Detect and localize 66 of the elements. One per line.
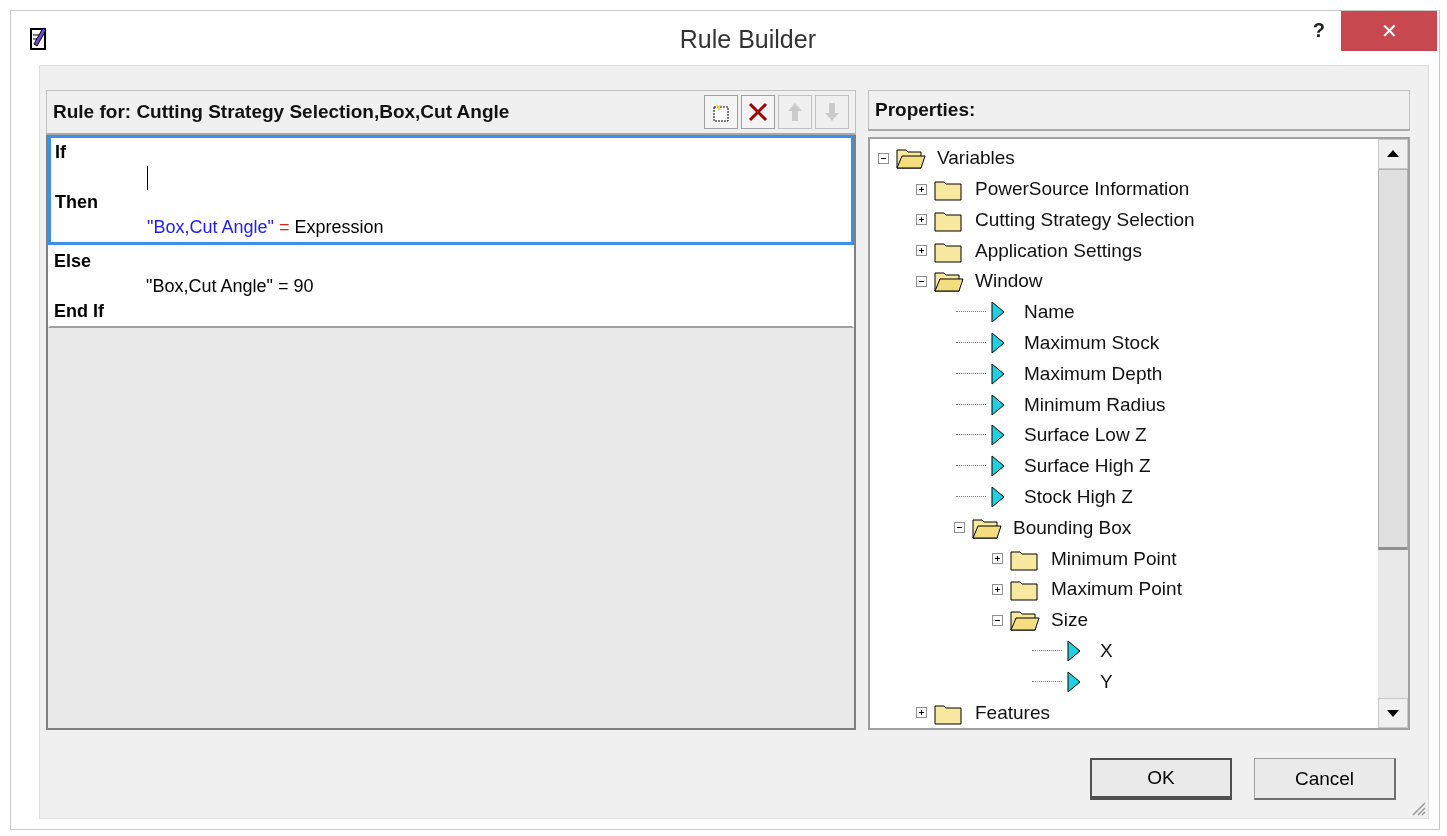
tree-item[interactable]: X (1100, 640, 1113, 662)
triangle-icon (990, 455, 1006, 478)
triangle-icon (990, 362, 1006, 385)
rule-block[interactable]: If Then "Box,Cut Angle" = Expression (48, 135, 854, 245)
open-folder-icon (933, 269, 965, 294)
tree-item[interactable]: Maximum Depth (1024, 362, 1163, 385)
tree-item[interactable]: Size (1051, 609, 1088, 632)
scrollbar-thumb[interactable] (1378, 168, 1408, 550)
expand-box-icon[interactable] (916, 214, 927, 226)
tree-item[interactable]: Minimum Radius (1024, 393, 1166, 416)
tree-item[interactable]: Application Settings (975, 239, 1142, 262)
collapse-box-icon[interactable] (954, 522, 965, 534)
new-item-button[interactable] (704, 95, 738, 129)
tree-item[interactable]: Stock High Z (1024, 486, 1133, 508)
tree-item[interactable]: Variables (937, 147, 1015, 170)
tree-item[interactable]: Maximum Stock (1024, 332, 1160, 355)
keyword: Else (54, 251, 92, 272)
expand-box-icon[interactable] (916, 707, 927, 719)
triangle-icon (1066, 670, 1082, 693)
rule-block[interactable]: Else "Box,Cut Angle" = 90 End If (48, 245, 854, 328)
tree-item[interactable]: Maximum Point (1051, 578, 1182, 601)
tree-item[interactable]: Window (975, 270, 1043, 293)
tree-item[interactable]: Y (1100, 670, 1113, 693)
rule-header: Rule for: Cutting Strategy Selection,Box,Cut Angle (53, 101, 510, 123)
properties-header: Properties: (875, 98, 976, 121)
tree-item[interactable]: Cutting Strategy Selection (975, 208, 1195, 231)
triangle-icon (990, 301, 1006, 324)
tree-item[interactable]: Surface High Z (1024, 455, 1151, 478)
dialog-button[interactable]: OK (1090, 758, 1232, 800)
tree-item[interactable]: Minimum Point (1051, 547, 1177, 570)
window-title: Rule Builder (678, 24, 817, 54)
delete-button[interactable] (741, 95, 775, 129)
expand-box-icon[interactable] (992, 553, 1003, 565)
delete-icon (747, 101, 769, 123)
collapse-box-icon[interactable] (878, 152, 889, 164)
triangle-icon (1066, 640, 1082, 662)
collapse-box-icon[interactable] (916, 275, 927, 287)
notepad-pencil-icon (29, 25, 49, 51)
new-item-icon (710, 101, 732, 123)
assignment-statement: "Box,Cut Angle" = 90 (146, 276, 314, 297)
keyword: Then (55, 192, 98, 213)
tree-item[interactable]: PowerSource Information (975, 178, 1190, 201)
expand-box-icon[interactable] (916, 245, 927, 257)
triangle-icon (990, 393, 1006, 416)
tree-item[interactable]: Name (1024, 301, 1075, 324)
tree-item[interactable]: Bounding Box (1013, 516, 1132, 539)
collapse-box-icon[interactable] (992, 614, 1003, 626)
keyword: End If (54, 301, 104, 322)
help-button[interactable]: ? (1306, 19, 1331, 42)
triangle-icon (990, 332, 1006, 355)
dialog-button[interactable]: Cancel (1254, 758, 1396, 800)
keyword: If (55, 142, 66, 163)
triangle-icon (990, 424, 1006, 447)
triangle-icon (990, 486, 1006, 508)
open-folder-icon (1009, 608, 1041, 633)
rule-editor[interactable]: If Then "Box,Cut Angle" = Expression Else "Box,Cut Angle" = 90 End If (46, 135, 856, 730)
tree-item[interactable]: Features (975, 701, 1050, 724)
tree-item[interactable]: Surface Low Z (1024, 424, 1147, 447)
resize-grip-icon[interactable] (1410, 800, 1426, 816)
close-button[interactable]: ✕ (1341, 11, 1437, 51)
scrollbar[interactable] (1378, 138, 1408, 728)
text-cursor (147, 165, 148, 190)
expand-box-icon[interactable] (916, 183, 927, 195)
open-folder-icon (895, 146, 927, 171)
expand-box-icon[interactable] (992, 583, 1003, 595)
assignment-statement: "Box,Cut Angle" = Expression (147, 217, 384, 238)
